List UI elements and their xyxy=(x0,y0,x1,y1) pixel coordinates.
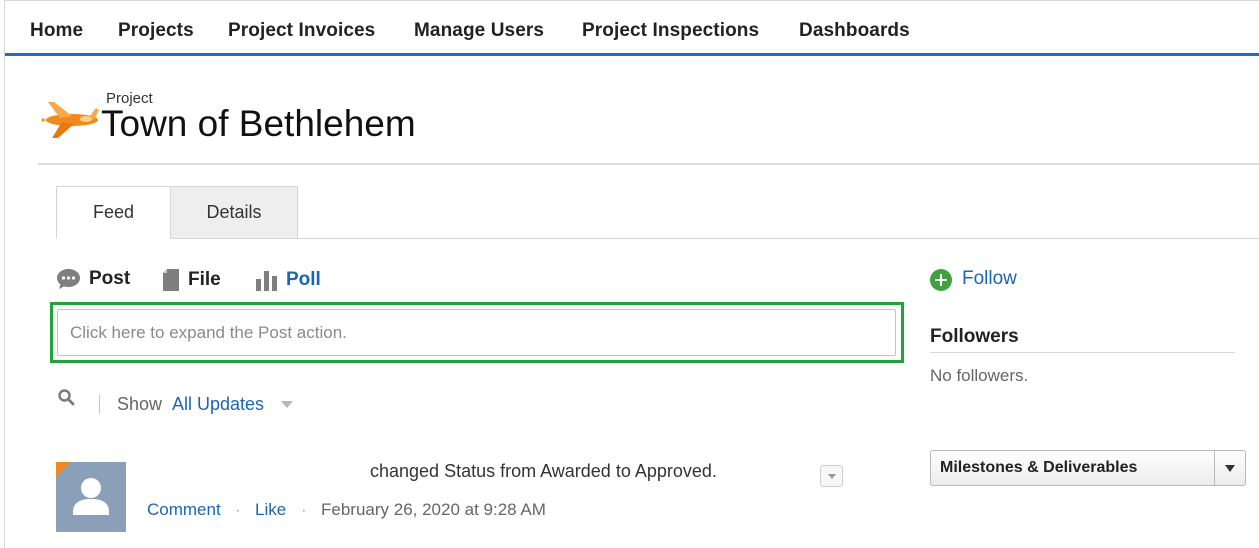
followers-heading: Followers xyxy=(930,326,1019,347)
publisher-file-action[interactable]: File xyxy=(162,268,221,292)
header-divider xyxy=(38,163,1259,165)
post-label: Post xyxy=(89,268,131,289)
search-icon[interactable] xyxy=(57,388,77,408)
document-icon xyxy=(162,268,180,292)
meta-separator: · xyxy=(301,500,307,519)
tab-details[interactable]: Details xyxy=(171,186,298,239)
speech-bubble-icon xyxy=(56,268,81,290)
feed-item-timestamp[interactable]: February 26, 2020 at 9:28 AM xyxy=(321,500,546,520)
plus-circle-icon[interactable] xyxy=(930,269,952,291)
post-input[interactable]: Click here to expand the Post action. xyxy=(57,309,896,356)
avatar[interactable] xyxy=(56,462,126,532)
related-list-select-value: Milestones & Deliverables xyxy=(940,459,1138,476)
nav-dashboards[interactable]: Dashboards xyxy=(799,20,910,42)
related-list-select[interactable]: Milestones & Deliverables xyxy=(930,450,1246,486)
bar-chart-icon xyxy=(255,268,278,291)
comment-link[interactable]: Comment xyxy=(147,500,221,520)
avatar-corner-flag xyxy=(56,462,71,477)
chevron-down-icon[interactable] xyxy=(281,401,293,408)
nav-projects[interactable]: Projects xyxy=(118,20,194,42)
followers-empty-text: No followers. xyxy=(930,366,1029,385)
chevron-down-icon xyxy=(1225,464,1235,472)
chevron-down-icon xyxy=(827,473,836,479)
filter-dropdown[interactable]: All Updates xyxy=(172,394,264,415)
file-label: File xyxy=(188,269,221,290)
page-title: Town of Bethlehem xyxy=(101,103,416,144)
like-link[interactable]: Like xyxy=(255,500,286,520)
poll-label: Poll xyxy=(286,268,321,290)
filter-show-label: Show xyxy=(117,394,163,414)
feed-item-text: changed Status from Awarded to Approved. xyxy=(370,461,717,481)
tab-feed[interactable]: Feed xyxy=(56,186,171,239)
feed-item-menu-button[interactable] xyxy=(820,465,843,487)
publisher-post-action[interactable]: Post xyxy=(56,268,130,290)
nav-manage-users[interactable]: Manage Users xyxy=(414,20,544,42)
top-nav: Home Projects Project Invoices Manage Us… xyxy=(5,1,1259,56)
nav-project-inspections[interactable]: Project Inspections xyxy=(582,20,759,42)
nav-home[interactable]: Home xyxy=(30,20,83,42)
select-arrow-button[interactable] xyxy=(1215,464,1245,472)
meta-separator: · xyxy=(235,500,241,519)
nav-project-invoices[interactable]: Project Invoices xyxy=(228,20,375,42)
filter-separator xyxy=(99,395,100,414)
publisher-poll-action[interactable]: Poll xyxy=(255,268,321,291)
followers-divider xyxy=(930,352,1235,353)
airplane-icon xyxy=(42,98,100,142)
follow-link[interactable]: Follow xyxy=(962,268,1017,290)
